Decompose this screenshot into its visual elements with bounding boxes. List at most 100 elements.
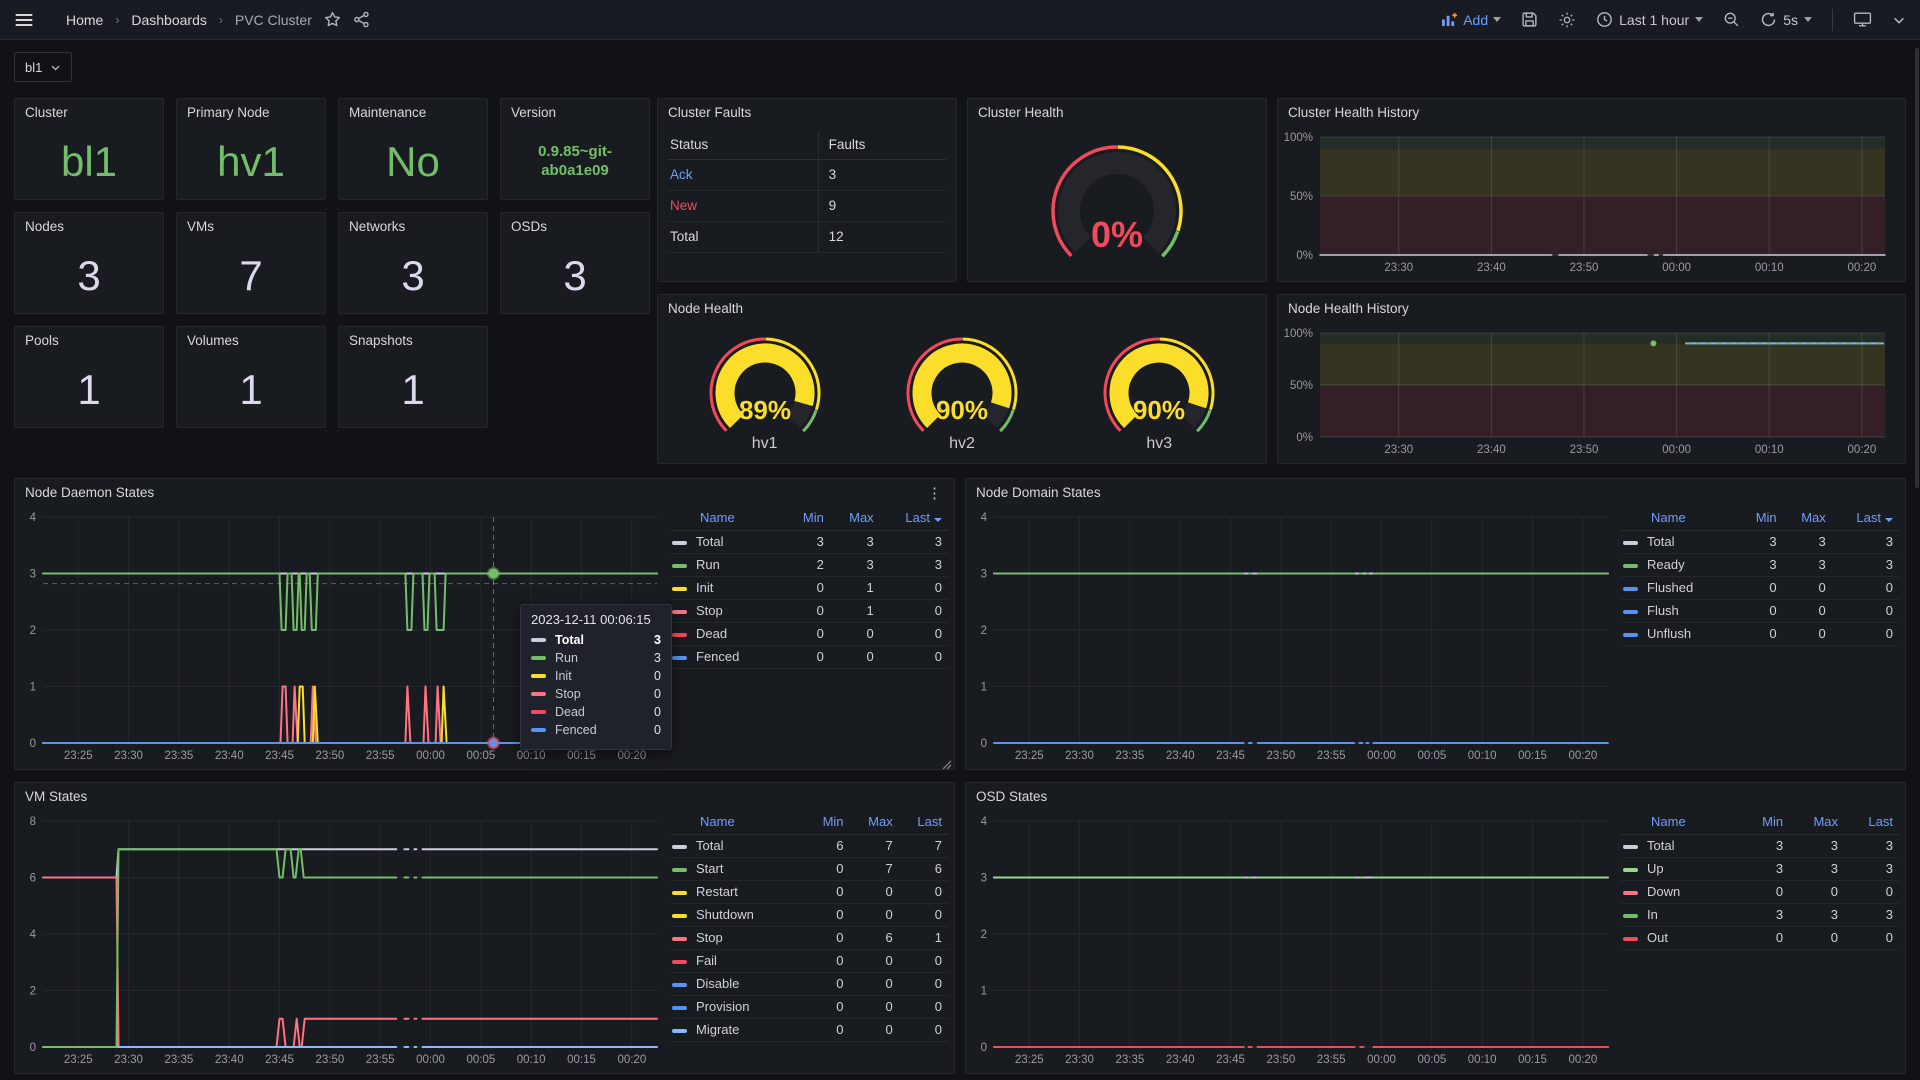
panel-resize-handle[interactable] (942, 757, 952, 767)
legend-column-last[interactable]: Last (880, 507, 948, 531)
legend-series-name[interactable]: Stop (670, 927, 806, 950)
node-health-history-chart[interactable]: 0%50%100%23:3023:4023:5000:0000:1000:20 (1280, 323, 1897, 459)
save-dashboard-button[interactable] (1521, 11, 1538, 28)
legend-series-name[interactable]: Flush (1621, 600, 1739, 623)
panel-title[interactable]: Node Domain States (966, 479, 1905, 507)
legend-column-max[interactable]: Max (830, 507, 880, 531)
panel-title[interactable]: Pools (15, 327, 163, 355)
tooltip-series-value: 0 (654, 669, 661, 683)
vm-states-chart[interactable]: 0246823:2523:3023:3523:4023:4523:5023:55… (17, 811, 669, 1069)
favorite-star-icon[interactable] (324, 11, 341, 28)
legend-column-last[interactable]: Last (1832, 507, 1899, 531)
legend-column-max[interactable]: Max (1789, 811, 1844, 835)
legend-value: 0 (1739, 600, 1783, 623)
panel-title[interactable]: Cluster Faults (658, 99, 956, 127)
legend-series-name[interactable]: Provision (670, 996, 806, 1019)
legend-series-name[interactable]: Down (1621, 881, 1740, 904)
vm-states-legend: NameMinMaxLastTotal677Start076Restart000… (670, 811, 948, 1042)
panel-title[interactable]: VM States (15, 783, 954, 811)
legend-series-name[interactable]: Shutdown (670, 904, 806, 927)
chart-tooltip: 2023-12-11 00:06:15Total3Run3Init0Stop0D… (520, 604, 672, 750)
legend-series-name[interactable]: Flushed (1621, 577, 1739, 600)
legend-value: 0 (830, 646, 880, 669)
legend-series-name[interactable]: Total (1621, 835, 1740, 858)
legend-column-max[interactable]: Max (1783, 507, 1832, 531)
panel-title[interactable]: OSDs (501, 213, 649, 241)
panel-menu-kebab-icon[interactable]: ⋮ (921, 482, 948, 504)
panel-title[interactable]: Volumes (177, 327, 325, 355)
panel-title[interactable]: Maintenance (339, 99, 487, 127)
legend-series-name[interactable]: Up (1621, 858, 1740, 881)
legend-table: NameMinMaxLastTotal333Run233Init010Stop0… (670, 507, 948, 669)
variable-dropdown-cluster[interactable]: bl1 (14, 52, 72, 82)
kiosk-mode-button[interactable] (1853, 11, 1872, 28)
legend-series-name[interactable]: Stop (670, 600, 785, 623)
panel-title[interactable]: Node Health History (1278, 295, 1905, 323)
column-header-status[interactable]: Status (668, 131, 818, 160)
legend-column-last[interactable]: Last (1844, 811, 1899, 835)
cluster-health-history-chart[interactable]: 0%50%100%23:3023:4023:5000:0000:1000:20 (1280, 127, 1897, 277)
page-scrollbar[interactable] (1915, 48, 1919, 488)
legend-column-name[interactable]: Name (670, 811, 806, 835)
legend-series-name[interactable]: Run (670, 554, 785, 577)
panel-title[interactable]: Networks (339, 213, 487, 241)
legend-column-name[interactable]: Name (670, 507, 785, 531)
panel-title[interactable]: OSD States (966, 783, 1905, 811)
panel-title[interactable]: VMs (177, 213, 325, 241)
legend-series-name[interactable]: Out (1621, 927, 1740, 950)
panel-title[interactable]: Primary Node (177, 99, 325, 127)
panel-title[interactable]: Cluster (15, 99, 163, 127)
legend-column-min[interactable]: Min (785, 507, 829, 531)
legend-series-name[interactable]: Init (670, 577, 785, 600)
svg-text:100%: 100% (1284, 132, 1313, 144)
panel-title[interactable]: Node Health (658, 295, 1266, 323)
legend-column-min[interactable]: Min (1739, 507, 1783, 531)
legend-column-name[interactable]: Name (1621, 811, 1740, 835)
refresh-button[interactable]: 5s (1760, 11, 1812, 28)
legend-series-name[interactable]: Disable (670, 973, 806, 996)
legend-series-name[interactable]: Unflush (1621, 623, 1739, 646)
legend-row: Total333 (1621, 835, 1899, 858)
legend-series-name[interactable]: Dead (670, 623, 785, 646)
legend-series-name[interactable]: Total (670, 835, 806, 858)
legend-column-max[interactable]: Max (850, 811, 899, 835)
zoom-out-time-button[interactable] (1723, 11, 1740, 28)
legend-series-name[interactable]: Start (670, 858, 806, 881)
panel-title[interactable]: Snapshots (339, 327, 487, 355)
legend-value: 7 (850, 858, 899, 881)
legend-column-last[interactable]: Last (899, 811, 948, 835)
breadcrumb-dashboards[interactable]: Dashboards (131, 12, 207, 28)
share-icon[interactable] (353, 11, 370, 28)
osd-states-chart[interactable]: 0123423:2523:3023:3523:4023:4523:5023:55… (968, 811, 1620, 1069)
stat-panel-osds: OSDs3 (500, 212, 650, 314)
node-domain-states-chart[interactable]: 0123423:2523:3023:3523:4023:4523:5023:55… (968, 507, 1620, 765)
panel-title[interactable]: Cluster Health (968, 99, 1266, 127)
legend-row: Migrate000 (670, 1019, 948, 1042)
legend-series-name[interactable]: In (1621, 904, 1740, 927)
legend-series-name[interactable]: Migrate (670, 1019, 806, 1042)
legend-series-name[interactable]: Total (670, 531, 785, 554)
legend-column-name[interactable]: Name (1621, 507, 1739, 531)
legend-header-row: NameMinMaxLast (670, 507, 948, 531)
panel-title[interactable]: Node Daemon States (15, 479, 954, 507)
panel-title[interactable]: Nodes (15, 213, 163, 241)
add-panel-button[interactable]: Add (1441, 12, 1501, 28)
time-range-picker[interactable]: Last 1 hour (1596, 11, 1703, 28)
legend-series-name[interactable]: Fail (670, 950, 806, 973)
legend-column-min[interactable]: Min (1740, 811, 1789, 835)
column-header-faults[interactable]: Faults (818, 131, 946, 160)
legend-series-name[interactable]: Restart (670, 881, 806, 904)
legend-value: 0 (1844, 927, 1899, 950)
series-color-swatch (672, 960, 687, 964)
panel-title[interactable]: Version (501, 99, 649, 127)
panel-title[interactable]: Cluster Health History (1278, 99, 1905, 127)
breadcrumb-home[interactable]: Home (66, 12, 103, 28)
dashboard-settings-button[interactable] (1558, 11, 1576, 29)
legend-column-min[interactable]: Min (806, 811, 850, 835)
svg-text:23:30: 23:30 (1065, 1054, 1094, 1066)
legend-series-name[interactable]: Ready (1621, 554, 1739, 577)
navbar-collapse-button[interactable] (1892, 13, 1906, 27)
legend-series-name[interactable]: Fenced (670, 646, 785, 669)
legend-series-name[interactable]: Total (1621, 531, 1739, 554)
menu-toggle-icon[interactable] (14, 10, 34, 30)
